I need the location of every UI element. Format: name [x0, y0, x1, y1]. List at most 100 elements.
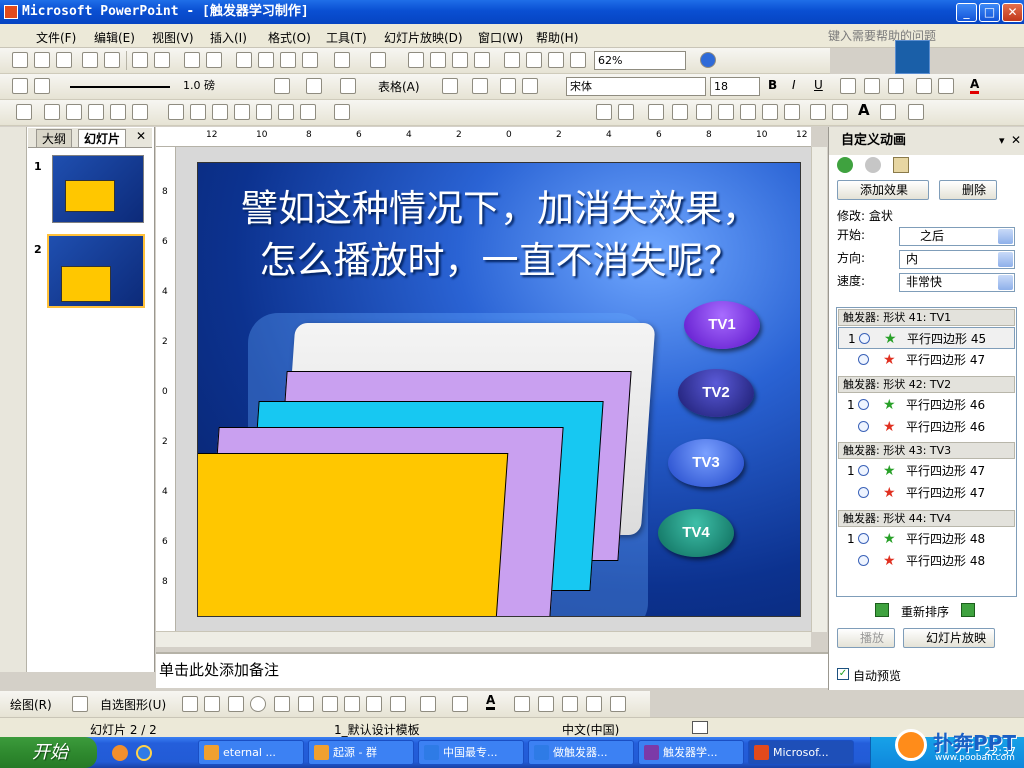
animation-item[interactable]: ★ 平行四边形 47 [838, 349, 1015, 371]
animation-item[interactable]: 1 ★ 平行四边形 46 [838, 394, 1015, 416]
close-window-button[interactable]: ✕ [1002, 3, 1023, 22]
font-color-draw-button[interactable]: A [486, 694, 496, 710]
direction-select[interactable]: 内 [899, 250, 1015, 269]
task-powerpoint[interactable]: Microsof... [748, 740, 854, 765]
spelling-icon[interactable] [184, 52, 200, 68]
tab-slides[interactable]: 幻灯片 [78, 129, 127, 147]
oval-icon[interactable] [250, 696, 266, 712]
office-assistant-icon[interactable] [895, 40, 930, 74]
slideshow-button[interactable]: 幻灯片放映 [903, 628, 995, 648]
menu-file[interactable]: 文件(F) [36, 29, 76, 46]
menu-tools[interactable]: 工具(T) [326, 29, 367, 46]
line-style-icon[interactable] [212, 104, 228, 120]
insert-picture-icon[interactable] [390, 696, 406, 712]
line-weight-select[interactable]: 1.0 磅 [180, 77, 268, 96]
menu-window[interactable]: 窗口(W) [478, 29, 523, 46]
speed-select[interactable]: 非常快 [899, 273, 1015, 292]
align-right-icon[interactable] [888, 78, 904, 94]
line-icon[interactable] [182, 696, 198, 712]
home-icon[interactable] [893, 157, 909, 173]
trigger-header[interactable]: 触发器: 形状 42: TV2 [838, 376, 1015, 393]
textbox-icon[interactable] [274, 696, 290, 712]
slide-thumbnail-2[interactable] [47, 234, 145, 308]
menu-help[interactable]: 帮助(H) [536, 29, 578, 46]
open-icon[interactable] [34, 52, 50, 68]
zoom-select[interactable]: 62% [594, 51, 686, 70]
task-pane-menu-icon[interactable]: ▾ [999, 134, 1005, 147]
menu-slideshow[interactable]: 幻灯片放映(D) [384, 29, 463, 46]
image-control-icon[interactable] [880, 104, 896, 120]
compress-icon[interactable] [234, 104, 250, 120]
table-menu[interactable]: 表格(A) [378, 78, 420, 95]
task-qiyuan[interactable]: 起源 - 群 [308, 740, 414, 765]
select-objects-icon[interactable] [72, 696, 88, 712]
tv3-button[interactable]: TV3 [668, 439, 744, 487]
line-style-sample[interactable] [70, 86, 170, 88]
3d-style-icon[interactable] [610, 696, 626, 712]
format-painter-icon[interactable] [302, 52, 318, 68]
align-center-icon[interactable] [864, 78, 880, 94]
trigger-header[interactable]: 触发器: 形状 43: TV3 [838, 442, 1015, 459]
arrow-style-icon[interactable] [562, 696, 578, 712]
font-size-select[interactable]: 18 [710, 77, 760, 96]
move-up-icon[interactable] [875, 603, 889, 617]
contrast-icon[interactable] [66, 104, 82, 120]
rectangle-icon[interactable] [228, 696, 244, 712]
spin-button-icon[interactable] [810, 104, 826, 120]
close-pane-icon[interactable]: ✕ [136, 129, 146, 143]
print-icon[interactable] [132, 52, 148, 68]
tv2-button[interactable]: TV2 [678, 369, 754, 417]
option-button-icon[interactable] [718, 104, 734, 120]
line-color-draw-icon[interactable] [452, 696, 468, 712]
draw-menu[interactable]: 绘图(R) [10, 696, 52, 713]
edit-icon[interactable] [12, 78, 28, 94]
arrow-icon[interactable] [204, 696, 220, 712]
slide-thumbnail-1[interactable] [52, 155, 144, 223]
menu-insert[interactable]: 插入(I) [210, 29, 247, 46]
distribute-rows-icon[interactable] [500, 78, 516, 94]
scroll-bar-icon[interactable] [832, 104, 848, 120]
button-control-icon[interactable] [696, 104, 712, 120]
new-icon[interactable] [12, 52, 28, 68]
note-icon[interactable] [34, 78, 50, 94]
help-icon[interactable] [700, 52, 716, 68]
recolor-icon[interactable] [256, 104, 272, 120]
crop-icon[interactable] [168, 104, 184, 120]
menu-edit[interactable]: 编辑(E) [94, 29, 135, 46]
task-pane-close-icon[interactable]: ✕ [1011, 133, 1021, 147]
layout-icon[interactable] [44, 104, 60, 120]
format-picture-icon[interactable] [278, 104, 294, 120]
insert-chart-icon[interactable] [408, 52, 424, 68]
clipart-icon[interactable] [366, 696, 382, 712]
horizontal-scrollbar[interactable] [156, 631, 811, 647]
animation-item[interactable]: ★ 平行四边形 48 [838, 550, 1015, 572]
reset-picture-icon[interactable] [334, 104, 350, 120]
animation-item[interactable]: 1 ★ 平行四边形 45 [838, 327, 1015, 349]
split-cells-icon[interactable] [472, 78, 488, 94]
trigger-header[interactable]: 触发器: 形状 41: TV1 [838, 309, 1015, 326]
vertical-textbox-icon[interactable] [298, 696, 314, 712]
powerpoint-app-icon[interactable] [4, 5, 18, 19]
more-brightness-icon[interactable] [110, 104, 126, 120]
tv4-button[interactable]: TV4 [658, 509, 734, 557]
animation-item[interactable]: 1 ★ 平行四边形 47 [838, 460, 1015, 482]
tv1-button[interactable]: TV1 [684, 301, 760, 349]
maximize-button[interactable]: □ [979, 3, 1000, 22]
add-effect-button[interactable]: 添加效果 [837, 180, 929, 200]
numbering-icon[interactable] [916, 78, 932, 94]
animation-item[interactable]: ★ 平行四边形 46 [838, 416, 1015, 438]
text-field-icon[interactable] [672, 104, 688, 120]
paste-icon[interactable] [280, 52, 296, 68]
minimize-button[interactable]: _ [956, 3, 977, 22]
cut-icon[interactable] [236, 52, 252, 68]
vertical-scrollbar[interactable] [811, 147, 827, 632]
autopreview-checkbox[interactable]: ✓ [837, 668, 849, 680]
start-button[interactable]: 开始 [0, 737, 97, 768]
show-grid-icon[interactable] [548, 52, 564, 68]
quicklaunch-ie-icon[interactable] [136, 745, 152, 761]
font-select[interactable]: 宋体 [566, 77, 706, 96]
quicklaunch-firefox-icon[interactable] [112, 745, 128, 761]
insert-table-icon[interactable] [430, 52, 446, 68]
more-controls-icon[interactable] [908, 104, 924, 120]
italic-button[interactable]: I [792, 78, 796, 92]
